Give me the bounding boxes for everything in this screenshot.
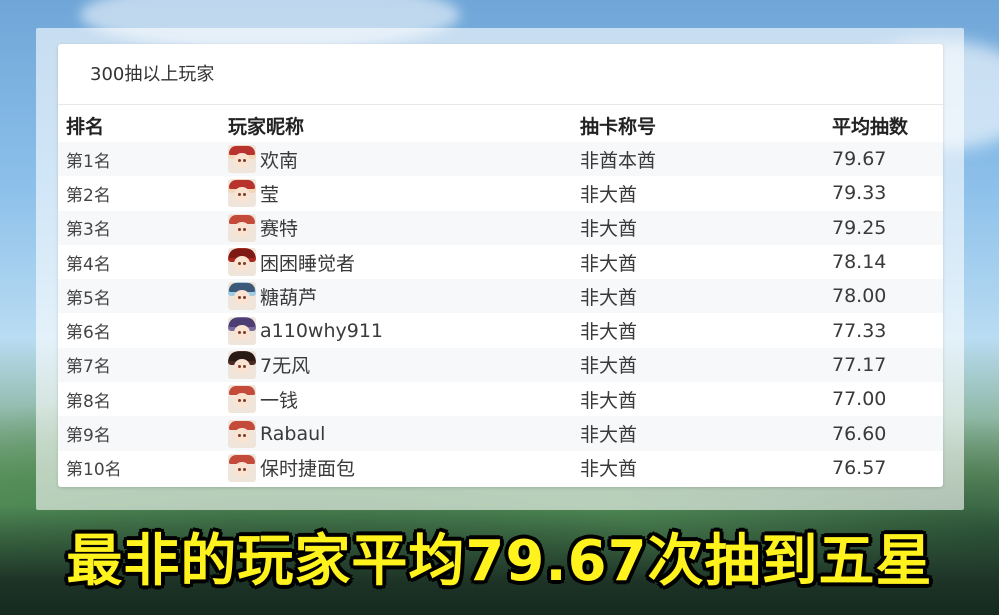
table-row: 第6名 a110why911 非大酋 77.33 bbox=[58, 313, 943, 347]
table-row: 第7名 7无风 非大酋 77.17 bbox=[58, 347, 943, 383]
table-row: 第5名 糖葫芦 非大酋 78.00 bbox=[58, 279, 943, 314]
hutao-avatar bbox=[228, 350, 256, 379]
table-row: 第3名 赛特 非大酋 79.25 bbox=[58, 210, 943, 245]
player-name: 赛特 bbox=[260, 218, 299, 241]
player-name: Rabaul bbox=[260, 422, 326, 445]
draw-title-cell: 非大酋 bbox=[580, 389, 638, 412]
player-name: 困困睡觉者 bbox=[260, 252, 356, 275]
table-body: 第1名 欢南 非酋本酋 79.67 第2名莹非大酋 79.33 第3名 赛特 非大酋 79.25 第… bbox=[58, 142, 943, 485]
draw-title-cell: 非大酋 bbox=[580, 355, 638, 378]
header-title: 抽卡称号 bbox=[580, 115, 657, 138]
rank-cell: 第6名 bbox=[66, 323, 111, 344]
average-draws-cell: 78.14 bbox=[832, 251, 887, 274]
table-row: 第1名 欢南 非酋本酋 79.67 bbox=[58, 142, 943, 177]
player-name: 糖葫芦 bbox=[260, 286, 318, 309]
draw-title-cell: 非酋本酋 bbox=[580, 149, 657, 172]
keqing-avatar bbox=[228, 316, 256, 345]
player-name: 7无风 bbox=[260, 355, 311, 378]
rank-cell: 第1名 bbox=[66, 151, 111, 172]
eula-avatar bbox=[228, 282, 256, 311]
rank-cell: 第3名 bbox=[66, 220, 111, 241]
average-draws-cell: 79.67 bbox=[832, 148, 887, 171]
draw-title-cell: 非大酋 bbox=[580, 183, 638, 206]
rank-cell: 第8名 bbox=[66, 391, 111, 412]
player-name: 欢南 bbox=[260, 149, 299, 172]
average-draws-cell: 78.00 bbox=[832, 285, 887, 308]
rank-cell: 第10名 bbox=[66, 460, 122, 481]
klee-avatar bbox=[228, 145, 256, 174]
draw-title-cell: 非大酋 bbox=[580, 286, 638, 309]
player-cell: 保时捷面包 bbox=[228, 453, 356, 482]
table-header-row: 排名 玩家昵称 抽卡称号 平均抽数 bbox=[58, 108, 943, 142]
draw-title-cell: 非大酋 bbox=[580, 424, 638, 447]
draw-title-cell: 非大酋 bbox=[580, 252, 638, 275]
player-cell: Rabaul bbox=[228, 419, 326, 448]
table-row: 第8名 一钱 非大酋 77.00 bbox=[58, 382, 943, 416]
player-cell: a110why911 bbox=[228, 316, 383, 345]
klee-avatar bbox=[228, 179, 256, 208]
average-draws-cell: 77.00 bbox=[832, 388, 887, 411]
player-cell: 糖葫芦 bbox=[228, 282, 318, 311]
average-draws-cell: 77.17 bbox=[832, 353, 887, 376]
player-cell: 欢南 bbox=[228, 145, 299, 174]
player-name: 保时捷面包 bbox=[260, 458, 356, 481]
kazuha-avatar bbox=[228, 213, 256, 242]
player-name: 莹 bbox=[260, 183, 280, 206]
rank-cell: 第2名 bbox=[66, 185, 111, 206]
draw-title-cell: 非大酋 bbox=[580, 321, 638, 344]
average-draws-cell: 77.33 bbox=[832, 319, 887, 342]
player-name: 一钱 bbox=[260, 389, 299, 412]
table-row: 第9名 Rabaul 非大酋 76.60 bbox=[58, 416, 943, 451]
diluc-avatar bbox=[228, 248, 256, 277]
player-cell: 莹 bbox=[228, 179, 280, 208]
rank-cell: 第4名 bbox=[66, 254, 111, 275]
table-row: 第10名 保时捷面包 非大酋 76.57 bbox=[58, 451, 943, 485]
average-draws-cell: 79.25 bbox=[832, 216, 887, 239]
card-title: 300抽以上玩家 bbox=[90, 64, 215, 85]
draw-title-cell: 非大酋 bbox=[580, 218, 638, 241]
caption-banner: 最非的玩家平均79.67次抽到五星 bbox=[66, 529, 933, 594]
header-avg: 平均抽数 bbox=[832, 115, 909, 138]
table-row: 第4名 困困睡觉者 非大酋 78.14 bbox=[58, 245, 943, 279]
kazuha-avatar bbox=[228, 385, 256, 414]
table-row: 第2名 莹 非大酋 79.33 bbox=[58, 176, 943, 210]
header-rank: 排名 bbox=[66, 115, 105, 138]
player-name: a110why911 bbox=[260, 319, 383, 342]
divider bbox=[58, 104, 943, 105]
average-draws-cell: 76.57 bbox=[832, 456, 887, 479]
kazuha-avatar bbox=[228, 419, 256, 448]
kazuha-avatar bbox=[228, 453, 256, 482]
player-cell: 赛特 bbox=[228, 213, 299, 242]
rank-cell: 第5名 bbox=[66, 288, 111, 309]
average-draws-cell: 76.60 bbox=[832, 422, 887, 445]
player-cell: 7无风 bbox=[228, 350, 311, 379]
average-draws-cell: 79.33 bbox=[832, 182, 887, 205]
rank-cell: 第9名 bbox=[66, 426, 111, 447]
header-name: 玩家昵称 bbox=[228, 115, 305, 138]
leaderboard-table: 排名 玩家昵称 抽卡称号 平均抽数 第1名 欢南 非酋本酋 79.67 第2名莹非大酋 7… bbox=[58, 108, 943, 485]
draw-title-cell: 非大酋 bbox=[580, 458, 638, 481]
player-cell: 困困睡觉者 bbox=[228, 248, 356, 277]
player-cell: 一钱 bbox=[228, 385, 299, 414]
rank-cell: 第7名 bbox=[66, 357, 111, 378]
leaderboard-card: 300抽以上玩家 排名 玩家昵称 抽卡称号 平均抽数 第1名 欢南 非酋本酋 79.6… bbox=[58, 44, 943, 487]
